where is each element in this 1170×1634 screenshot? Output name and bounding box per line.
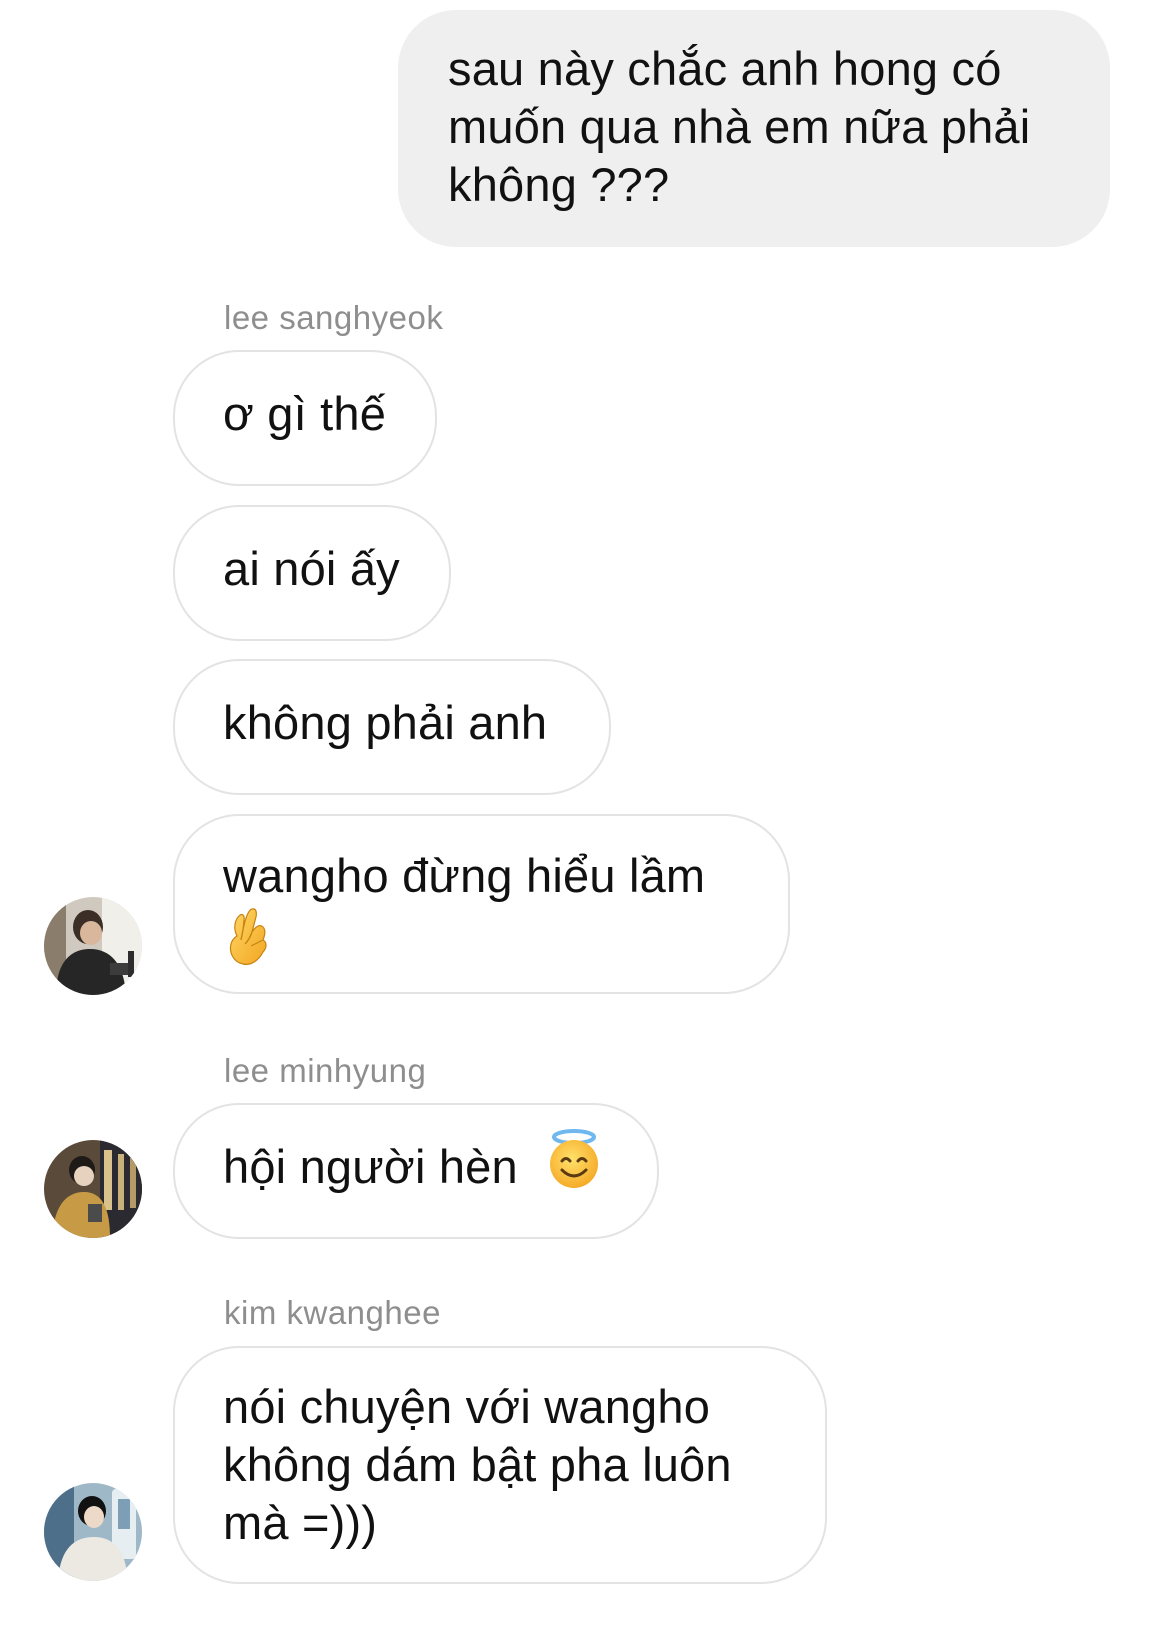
received-message-text: nói chuyện với wangho không dám bật pha … [223,1380,732,1549]
received-message-bubble[interactable]: hội người hèn [173,1103,659,1239]
avatar-kim-kwanghee[interactable] [44,1483,142,1581]
received-message-text: ai nói ấy [223,542,400,595]
received-message-bubble[interactable]: ơ gì thế [173,350,437,486]
received-message-bubble[interactable]: nói chuyện với wangho không dám bật pha … [173,1346,827,1584]
received-message-text: hội người hèn [223,1140,518,1193]
crossed-fingers-icon [223,906,273,982]
sender-name-lee-minhyung: lee minhyung [224,1052,427,1089]
received-message-bubble[interactable]: không phải anh [173,659,611,795]
avatar-lee-sanghyeok[interactable] [44,897,142,995]
received-message-text: không phải anh [223,696,548,749]
sender-name-lee-sanghyeok: lee sanghyeok [224,299,444,336]
received-message-bubble[interactable]: wangho đừng hiểu lầm [173,814,790,994]
sent-message-bubble[interactable]: sau này chắc anh hong có muốn qua nhà em… [398,10,1110,247]
sent-message-text: sau này chắc anh hong có muốn qua nhà em… [448,42,1031,211]
smiling-face-with-halo-icon [543,1128,605,1203]
sender-name-kim-kwanghee: kim kwanghee [224,1294,441,1331]
received-message-text: ơ gì thế [223,387,387,440]
avatar-lee-minhyung[interactable] [44,1140,142,1238]
received-message-bubble[interactable]: ai nói ấy [173,505,451,641]
received-message-text: wangho đừng hiểu lầm [223,849,706,902]
